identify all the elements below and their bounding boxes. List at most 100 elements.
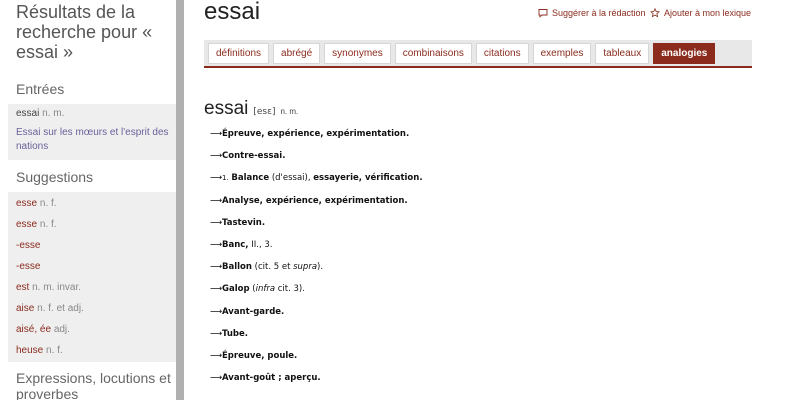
entry-word: essai (16, 108, 40, 119)
suggestion-item[interactable]: -esse (8, 239, 176, 260)
headword: essai (204, 0, 261, 25)
entry-item-essai-moeurs[interactable]: Essai sur les mœurs et l'esprit des nati… (8, 126, 176, 154)
tab-tableaux[interactable]: tableaux (595, 43, 650, 64)
arrow-right-icon: ⟶ (210, 284, 223, 295)
analogy-item[interactable]: ⟶Tastevin. (210, 217, 750, 239)
analogy-item[interactable]: ⟶Épreuve, expérience, expérimentation. (210, 128, 750, 150)
entry-gram: n. m. (42, 108, 65, 119)
entry-phonetic: [esɛ] (253, 107, 276, 117)
suggest-button[interactable]: Suggérer à la rédaction (538, 8, 646, 18)
tab-definitions[interactable]: définitions (208, 43, 270, 64)
suggestions-heading: Suggestions (16, 169, 94, 185)
suggestion-item[interactable]: esse n. f. (8, 218, 176, 239)
arrow-right-icon: ⟶ (210, 262, 223, 273)
analogy-item[interactable]: ⟶Avant-garde. (210, 306, 750, 328)
suggestion-gram: n. f. (46, 345, 63, 356)
analogy-item[interactable]: ⟶Banc, II., 3. (210, 239, 750, 261)
tab-combinaisons[interactable]: combinaisons (394, 43, 472, 64)
entry-headword: essai (204, 98, 249, 119)
suggest-label: Suggérer à la rédaction (552, 8, 646, 18)
comment-icon (538, 9, 548, 18)
analogy-note: cit. 3). (277, 284, 305, 295)
suggestion-item[interactable]: est n. m. invar. (8, 281, 176, 302)
analogy-text: Épreuve, poule. (222, 350, 298, 361)
add-lexicon-label: Ajouter à mon lexique (664, 8, 752, 18)
analogy-item[interactable]: ⟶Galop (infra cit. 3). (210, 283, 750, 305)
analogy-italic: infra (255, 284, 276, 295)
tab-abrege[interactable]: abrégé (273, 43, 321, 64)
analogy-text: Avant-goût ; aperçu. (222, 373, 321, 384)
suggestion-gram: n. f. (39, 219, 57, 230)
arrow-right-icon: ⟶ (210, 306, 223, 317)
tab-synonymes[interactable]: synonymes (324, 43, 391, 64)
analogy-note: (d'essai), (271, 173, 311, 184)
analogy-note: (cit. 5 et (254, 262, 291, 273)
suggestion-gram: n. f. (39, 198, 57, 209)
arrow-right-icon: ⟶ (210, 129, 223, 139)
analogy-item[interactable]: ⟶1. Balance (d'essai), essayerie, vérifi… (210, 172, 750, 194)
tab-exemples[interactable]: exemples (532, 43, 592, 64)
suggestions-list: esse n. f. esse n. f. -esse -esse est n.… (8, 192, 176, 362)
entry-word: Essai sur les mœurs et l'esprit des nati… (16, 127, 169, 152)
analogy-item[interactable]: ⟶Épreuve, poule. (210, 350, 750, 372)
suggestion-gram: n. m. invar. (32, 282, 82, 293)
search-results-sidebar: Résultats de la recherche pour « essai »… (0, 0, 176, 400)
arrow-right-icon: ⟶ (210, 151, 223, 162)
analogy-item[interactable]: ⟶Ballon (cit. 5 et supra). (210, 261, 750, 283)
analogy-text: essayerie, vérification. (313, 173, 423, 184)
analogy-item[interactable]: ⟶Contre-essai. (210, 150, 750, 172)
tab-bar: définitions abrégé synonymes combinaison… (204, 40, 752, 68)
entries-list: essai n. m. Essai sur les mœurs et l'esp… (8, 104, 176, 160)
entry-item-essai[interactable]: essai n. m. (8, 107, 176, 121)
suggestion-word: esse (16, 198, 38, 209)
suggestion-word: -esse (16, 261, 41, 272)
results-title: Résultats de la recherche pour « essai » (16, 2, 153, 62)
analogy-text: Tube. (222, 328, 248, 339)
tab-analogies[interactable]: analogies (653, 43, 716, 64)
suggestion-item[interactable]: aisé, ée adj. (8, 323, 176, 344)
analogy-note: II., 3. (251, 239, 273, 250)
analogy-text: Analyse, expérience, expérimentation. (222, 195, 408, 206)
suggestion-word: aisé, ée (16, 324, 52, 335)
suggestion-item[interactable]: aise n. f. et adj. (8, 302, 176, 323)
arrow-right-icon: ⟶ (210, 328, 223, 339)
analogy-note: ). (317, 262, 324, 273)
suggestion-word: heuse (16, 345, 44, 356)
entries-heading: Entrées (16, 81, 65, 97)
suggestion-word: est (16, 282, 30, 293)
entry-grammar: n. m. (280, 107, 299, 116)
arrow-right-icon: ⟶ (210, 350, 223, 361)
dictionary-main: essai Suggérer à la rédaction Ajouter à … (204, 0, 764, 400)
arrow-right-icon: ⟶ (210, 217, 223, 228)
analogy-text: Balance (231, 173, 270, 184)
analogy-item[interactable]: ⟶Avant-goût ; aperçu. (210, 372, 750, 394)
add-to-lexicon-button[interactable]: Ajouter à mon lexique (650, 8, 751, 18)
analogy-text: Avant-garde. (222, 306, 285, 317)
tab-citations[interactable]: citations (475, 43, 529, 64)
sidebar-scrollbar[interactable] (176, 0, 184, 400)
arrow-right-icon: ⟶ (210, 173, 223, 184)
suggestion-item[interactable]: esse n. f. (8, 197, 176, 218)
analogy-item[interactable]: ⟶Tube. (210, 328, 750, 350)
analogy-italic: supra (293, 262, 318, 273)
entry-heading: essai [esɛ] n. m. (204, 98, 298, 120)
analogy-text: Ballon (222, 262, 252, 273)
expressions-heading[interactable]: Expressions, locutions et proverbes (16, 370, 176, 400)
arrow-right-icon: ⟶ (210, 239, 223, 250)
analogy-item[interactable]: ⟶Analyse, expérience, expérimentation. (210, 195, 750, 217)
star-icon (650, 8, 660, 18)
suggestion-item[interactable]: -esse (8, 260, 176, 281)
analogies-list: ⟶Épreuve, expérience, expérimentation. ⟶… (210, 128, 750, 394)
suggestion-word: esse (16, 219, 38, 230)
analogy-text: Tastevin. (222, 217, 266, 228)
suggestion-gram: adj. (53, 324, 70, 335)
suggestion-word: -esse (16, 240, 41, 251)
suggestion-item[interactable]: heuse n. f. (8, 344, 176, 365)
suggestion-word: aise (16, 303, 35, 314)
analogy-text: Galop (222, 284, 250, 295)
analogy-text: Banc, (222, 239, 249, 250)
arrow-right-icon: ⟶ (210, 373, 223, 384)
analogy-text: Contre-essai. (222, 151, 286, 162)
analogy-text: Épreuve, expérience, expérimentation. (222, 129, 410, 139)
suggestion-gram: n. f. et adj. (37, 303, 84, 314)
